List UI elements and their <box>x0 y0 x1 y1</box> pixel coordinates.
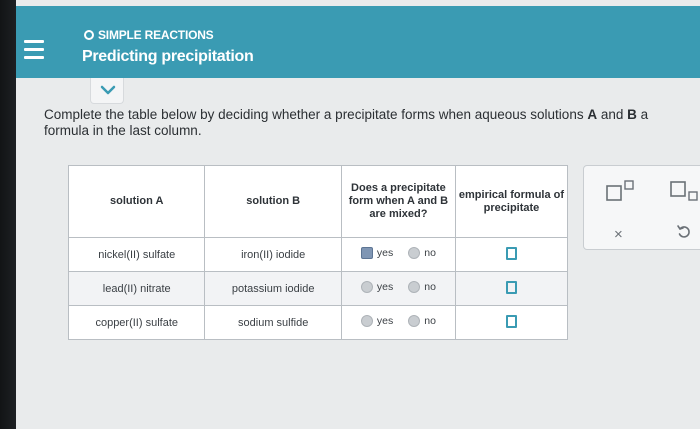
header-precipitate-forms: Does a precipitate form when A and B are… <box>340 165 456 238</box>
close-icon: × <box>614 226 623 243</box>
formula-answer-box[interactable] <box>505 246 517 260</box>
table-row: nickel(II) sulfate iron(II) iodide yes n… <box>67 237 569 272</box>
cell-formula <box>454 305 569 340</box>
header-empirical-formula: empirical formula of precipitate <box>454 165 569 238</box>
yes-radio[interactable] <box>360 315 373 327</box>
no-option[interactable]: no <box>408 281 436 293</box>
no-radio[interactable] <box>408 281 421 293</box>
cell-precipitate-choice: yes no <box>340 305 456 340</box>
cell-solution-b: potassium iodide <box>204 271 342 306</box>
cell-precipitate-choice: yes no <box>340 271 456 306</box>
cell-solution-a: nickel(II) sulfate <box>67 237 206 272</box>
cell-solution-a: copper(II) sulfate <box>67 305 206 340</box>
undo-icon <box>677 225 690 238</box>
page-title: Predicting precipitation <box>82 48 254 65</box>
no-radio[interactable] <box>408 315 421 327</box>
yes-option[interactable]: yes <box>360 281 393 293</box>
cell-solution-b: iron(II) iodide <box>204 237 342 272</box>
table-header-row: solution A solution B Does a precipitate… <box>67 165 569 238</box>
collapse-header-button[interactable] <box>90 78 124 104</box>
table-row: lead(II) nitrate potassium iodide yes no <box>67 271 569 306</box>
hamburger-menu-icon[interactable] <box>24 40 44 60</box>
no-option[interactable]: no <box>408 315 436 327</box>
header-solution-b: solution B <box>204 165 342 238</box>
yes-radio[interactable] <box>360 281 373 293</box>
formula-tool-panel: × <box>583 165 700 250</box>
clear-button[interactable]: × <box>614 226 623 243</box>
topic-label: SIMPLE REACTIONS <box>98 28 214 42</box>
superscript-button[interactable] <box>606 180 636 207</box>
cell-formula <box>454 237 569 272</box>
question-instructions: Complete the table below by deciding whe… <box>44 107 649 138</box>
yes-radio[interactable] <box>360 247 373 259</box>
cell-solution-a: lead(II) nitrate <box>67 271 206 306</box>
app-screen: SIMPLE REACTIONS Predicting precipitatio… <box>16 0 700 429</box>
undo-button[interactable] <box>676 224 692 245</box>
yes-option[interactable]: yes <box>360 247 393 259</box>
chevron-down-icon <box>100 85 116 95</box>
subscript-icon <box>670 181 698 201</box>
header-solution-a: solution A <box>67 165 206 238</box>
cell-solution-b: sodium sulfide <box>204 305 342 340</box>
subscript-button[interactable] <box>670 180 700 207</box>
topic-status-icon <box>84 30 94 40</box>
cell-formula <box>454 271 569 306</box>
no-radio[interactable] <box>408 247 421 259</box>
precipitation-table: solution A solution B Does a precipitate… <box>67 165 569 340</box>
topic-header: SIMPLE REACTIONS Predicting precipitatio… <box>16 6 700 78</box>
table-row: copper(II) sulfate sodium sulfide yes no <box>67 305 569 340</box>
cell-precipitate-choice: yes no <box>340 237 456 272</box>
formula-answer-box[interactable] <box>505 314 517 328</box>
superscript-icon <box>606 180 634 201</box>
no-option[interactable]: no <box>408 247 436 259</box>
formula-answer-box[interactable] <box>505 280 517 294</box>
yes-option[interactable]: yes <box>360 315 393 327</box>
